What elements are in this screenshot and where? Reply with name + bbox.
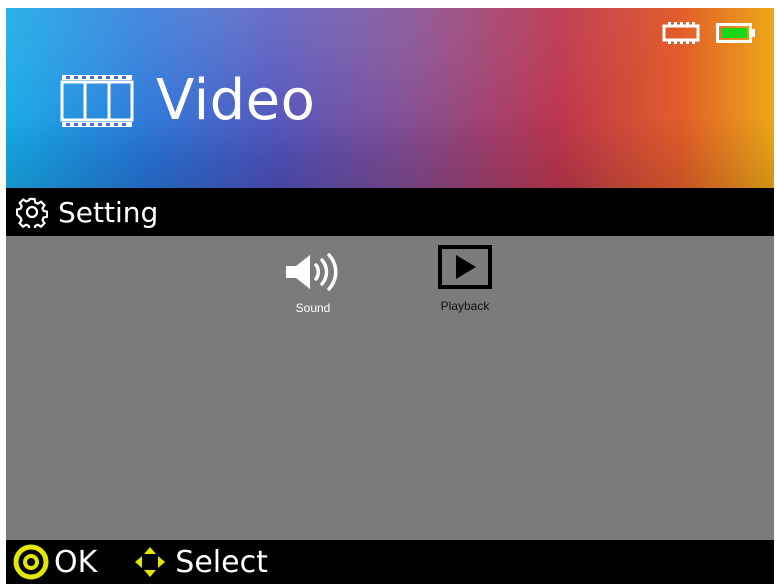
speaker-icon	[282, 252, 344, 297]
menu-item-label: Sound	[295, 301, 331, 315]
gear-icon	[16, 196, 48, 228]
film-icon	[60, 74, 134, 128]
battery-icon	[716, 23, 756, 43]
title-group: Video	[60, 68, 315, 133]
ok-hint: OK	[12, 543, 97, 581]
status-icons	[662, 22, 756, 44]
menu-item-sound[interactable]: Sound	[278, 252, 348, 315]
battery-fill	[721, 28, 747, 38]
menu-item-label: Playback	[440, 299, 490, 313]
select-hint: Select	[133, 545, 268, 580]
dpad-arrows-icon	[133, 545, 167, 579]
setting-bar: Setting	[6, 188, 774, 236]
bottom-hint-bar: OK Select	[6, 540, 774, 584]
header-banner: Video	[6, 8, 774, 188]
setting-label: Setting	[58, 195, 159, 229]
camera-screen: Video Setting Sound Playback OK Select	[6, 8, 774, 584]
menu-item-playback[interactable]: Playback	[430, 244, 500, 313]
select-label: Select	[175, 544, 268, 580]
play-icon	[437, 244, 493, 295]
ok-button-icon	[12, 543, 50, 581]
page-title: Video	[156, 68, 316, 133]
ok-label: OK	[54, 544, 98, 580]
sd-card-icon	[662, 22, 700, 44]
